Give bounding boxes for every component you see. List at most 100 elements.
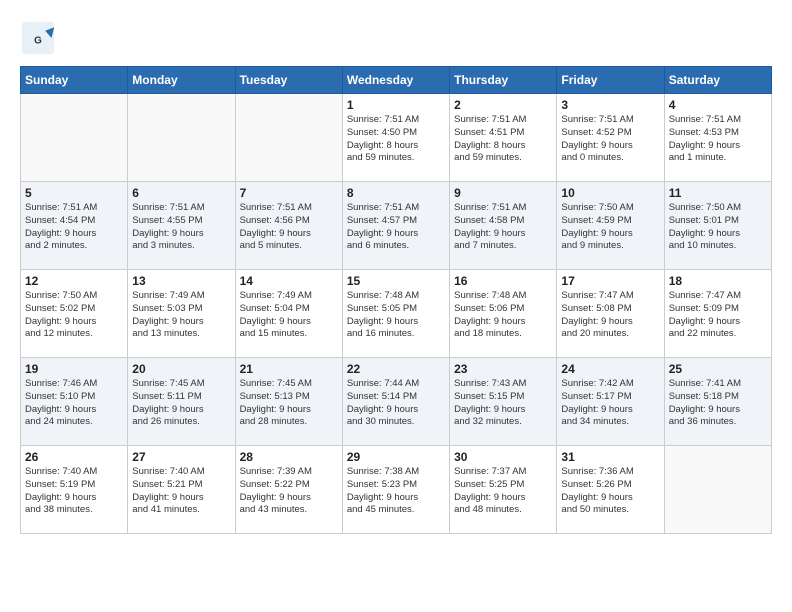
cell-day-number: 23 <box>454 362 552 376</box>
cell-day-number: 11 <box>669 186 767 200</box>
cell-day-number: 2 <box>454 98 552 112</box>
calendar-cell: 31 Sunrise: 7:36 AM Sunset: 5:26 PM Dayli… <box>557 446 664 534</box>
cell-day-info: Sunrise: 7:36 AM Sunset: 5:26 PM Dayligh… <box>561 466 659 517</box>
calendar-cell: 20 Sunrise: 7:45 AM Sunset: 5:11 PM Dayli… <box>128 358 235 446</box>
cell-day-number: 12 <box>25 274 123 288</box>
calendar-cell: 1 Sunrise: 7:51 AM Sunset: 4:50 PM Daylig… <box>342 94 449 182</box>
cell-day-info: Sunrise: 7:51 AM Sunset: 4:52 PM Dayligh… <box>561 114 659 165</box>
cell-day-info: Sunrise: 7:50 AM Sunset: 5:01 PM Dayligh… <box>669 202 767 253</box>
cell-day-number: 1 <box>347 98 445 112</box>
cell-day-info: Sunrise: 7:42 AM Sunset: 5:17 PM Dayligh… <box>561 378 659 429</box>
cell-day-info: Sunrise: 7:49 AM Sunset: 5:04 PM Dayligh… <box>240 290 338 341</box>
cell-day-info: Sunrise: 7:38 AM Sunset: 5:23 PM Dayligh… <box>347 466 445 517</box>
calendar-cell: 9 Sunrise: 7:51 AM Sunset: 4:58 PM Daylig… <box>450 182 557 270</box>
weekday-header-tuesday: Tuesday <box>235 67 342 94</box>
calendar-week-3: 12 Sunrise: 7:50 AM Sunset: 5:02 PM Dayli… <box>21 270 772 358</box>
cell-day-number: 26 <box>25 450 123 464</box>
cell-day-number: 29 <box>347 450 445 464</box>
cell-day-info: Sunrise: 7:45 AM Sunset: 5:11 PM Dayligh… <box>132 378 230 429</box>
cell-day-info: Sunrise: 7:47 AM Sunset: 5:08 PM Dayligh… <box>561 290 659 341</box>
calendar-cell: 24 Sunrise: 7:42 AM Sunset: 5:17 PM Dayli… <box>557 358 664 446</box>
weekday-header-thursday: Thursday <box>450 67 557 94</box>
calendar-cell: 5 Sunrise: 7:51 AM Sunset: 4:54 PM Daylig… <box>21 182 128 270</box>
cell-day-number: 18 <box>669 274 767 288</box>
cell-day-number: 14 <box>240 274 338 288</box>
cell-day-number: 10 <box>561 186 659 200</box>
calendar-cell: 29 Sunrise: 7:38 AM Sunset: 5:23 PM Dayli… <box>342 446 449 534</box>
cell-day-info: Sunrise: 7:51 AM Sunset: 4:56 PM Dayligh… <box>240 202 338 253</box>
calendar-cell: 19 Sunrise: 7:46 AM Sunset: 5:10 PM Dayli… <box>21 358 128 446</box>
calendar-cell: 6 Sunrise: 7:51 AM Sunset: 4:55 PM Daylig… <box>128 182 235 270</box>
cell-day-info: Sunrise: 7:51 AM Sunset: 4:51 PM Dayligh… <box>454 114 552 165</box>
cell-day-number: 27 <box>132 450 230 464</box>
calendar-week-4: 19 Sunrise: 7:46 AM Sunset: 5:10 PM Dayli… <box>21 358 772 446</box>
cell-day-number: 6 <box>132 186 230 200</box>
cell-day-number: 21 <box>240 362 338 376</box>
cell-day-number: 25 <box>669 362 767 376</box>
calendar-week-1: 1 Sunrise: 7:51 AM Sunset: 4:50 PM Daylig… <box>21 94 772 182</box>
cell-day-number: 7 <box>240 186 338 200</box>
weekday-header-sunday: Sunday <box>21 67 128 94</box>
calendar-cell: 18 Sunrise: 7:47 AM Sunset: 5:09 PM Dayli… <box>664 270 771 358</box>
cell-day-number: 8 <box>347 186 445 200</box>
cell-day-info: Sunrise: 7:43 AM Sunset: 5:15 PM Dayligh… <box>454 378 552 429</box>
calendar-week-5: 26Sunrise: 7:40 AM Sunset: 5:19 PM Dayli… <box>21 446 772 534</box>
calendar-cell <box>235 94 342 182</box>
cell-day-info: Sunrise: 7:51 AM Sunset: 4:54 PM Dayligh… <box>25 202 123 253</box>
calendar-cell: 2 Sunrise: 7:51 AM Sunset: 4:51 PM Daylig… <box>450 94 557 182</box>
cell-day-number: 30 <box>454 450 552 464</box>
calendar-cell: 15Sunrise: 7:48 AM Sunset: 5:05 PM Dayli… <box>342 270 449 358</box>
weekday-header-saturday: Saturday <box>664 67 771 94</box>
cell-day-info: Sunrise: 7:47 AM Sunset: 5:09 PM Dayligh… <box>669 290 767 341</box>
calendar-week-2: 5 Sunrise: 7:51 AM Sunset: 4:54 PM Daylig… <box>21 182 772 270</box>
calendar-cell: 27 Sunrise: 7:40 AM Sunset: 5:21 PM Dayli… <box>128 446 235 534</box>
cell-day-info: Sunrise: 7:50 AM Sunset: 5:02 PM Dayligh… <box>25 290 123 341</box>
calendar-cell: 10 Sunrise: 7:50 AM Sunset: 4:59 PM Dayli… <box>557 182 664 270</box>
calendar-cell: 23 Sunrise: 7:43 AM Sunset: 5:15 PM Dayli… <box>450 358 557 446</box>
calendar-cell <box>664 446 771 534</box>
cell-day-info: Sunrise: 7:44 AM Sunset: 5:14 PM Dayligh… <box>347 378 445 429</box>
weekday-header-monday: Monday <box>128 67 235 94</box>
cell-day-number: 13 <box>132 274 230 288</box>
calendar-cell: 26Sunrise: 7:40 AM Sunset: 5:19 PM Dayli… <box>21 446 128 534</box>
calendar-table: SundayMondayTuesdayWednesdayThursdayFrid… <box>20 66 772 534</box>
logo-icon: G <box>20 20 56 56</box>
cell-day-info: Sunrise: 7:41 AM Sunset: 5:18 PM Dayligh… <box>669 378 767 429</box>
logo: G <box>20 20 62 56</box>
weekday-header-row: SundayMondayTuesdayWednesdayThursdayFrid… <box>21 67 772 94</box>
calendar-cell: 13Sunrise: 7:49 AM Sunset: 5:03 PM Dayli… <box>128 270 235 358</box>
cell-day-info: Sunrise: 7:51 AM Sunset: 4:50 PM Dayligh… <box>347 114 445 165</box>
cell-day-info: Sunrise: 7:48 AM Sunset: 5:06 PM Dayligh… <box>454 290 552 341</box>
cell-day-number: 9 <box>454 186 552 200</box>
cell-day-number: 22 <box>347 362 445 376</box>
page-header: G <box>20 20 772 56</box>
cell-day-info: Sunrise: 7:40 AM Sunset: 5:21 PM Dayligh… <box>132 466 230 517</box>
cell-day-info: Sunrise: 7:51 AM Sunset: 4:57 PM Dayligh… <box>347 202 445 253</box>
calendar-cell: 16Sunrise: 7:48 AM Sunset: 5:06 PM Dayli… <box>450 270 557 358</box>
calendar-cell: 17 Sunrise: 7:47 AM Sunset: 5:08 PM Dayli… <box>557 270 664 358</box>
weekday-header-friday: Friday <box>557 67 664 94</box>
cell-day-info: Sunrise: 7:51 AM Sunset: 4:58 PM Dayligh… <box>454 202 552 253</box>
cell-day-number: 28 <box>240 450 338 464</box>
cell-day-number: 19 <box>25 362 123 376</box>
cell-day-info: Sunrise: 7:46 AM Sunset: 5:10 PM Dayligh… <box>25 378 123 429</box>
svg-text:G: G <box>34 35 42 46</box>
cell-day-number: 15 <box>347 274 445 288</box>
cell-day-number: 24 <box>561 362 659 376</box>
calendar-cell: 25 Sunrise: 7:41 AM Sunset: 5:18 PM Dayli… <box>664 358 771 446</box>
cell-day-number: 5 <box>25 186 123 200</box>
calendar-cell: 14 Sunrise: 7:49 AM Sunset: 5:04 PM Dayli… <box>235 270 342 358</box>
calendar-cell: 22 Sunrise: 7:44 AM Sunset: 5:14 PM Dayli… <box>342 358 449 446</box>
weekday-header-wednesday: Wednesday <box>342 67 449 94</box>
cell-day-info: Sunrise: 7:37 AM Sunset: 5:25 PM Dayligh… <box>454 466 552 517</box>
calendar-cell: 11 Sunrise: 7:50 AM Sunset: 5:01 PM Dayli… <box>664 182 771 270</box>
calendar-cell <box>21 94 128 182</box>
cell-day-info: Sunrise: 7:51 AM Sunset: 4:55 PM Dayligh… <box>132 202 230 253</box>
cell-day-number: 20 <box>132 362 230 376</box>
cell-day-number: 17 <box>561 274 659 288</box>
cell-day-number: 31 <box>561 450 659 464</box>
calendar-cell: 7 Sunrise: 7:51 AM Sunset: 4:56 PM Daylig… <box>235 182 342 270</box>
cell-day-info: Sunrise: 7:39 AM Sunset: 5:22 PM Dayligh… <box>240 466 338 517</box>
calendar-cell <box>128 94 235 182</box>
cell-day-info: Sunrise: 7:50 AM Sunset: 4:59 PM Dayligh… <box>561 202 659 253</box>
